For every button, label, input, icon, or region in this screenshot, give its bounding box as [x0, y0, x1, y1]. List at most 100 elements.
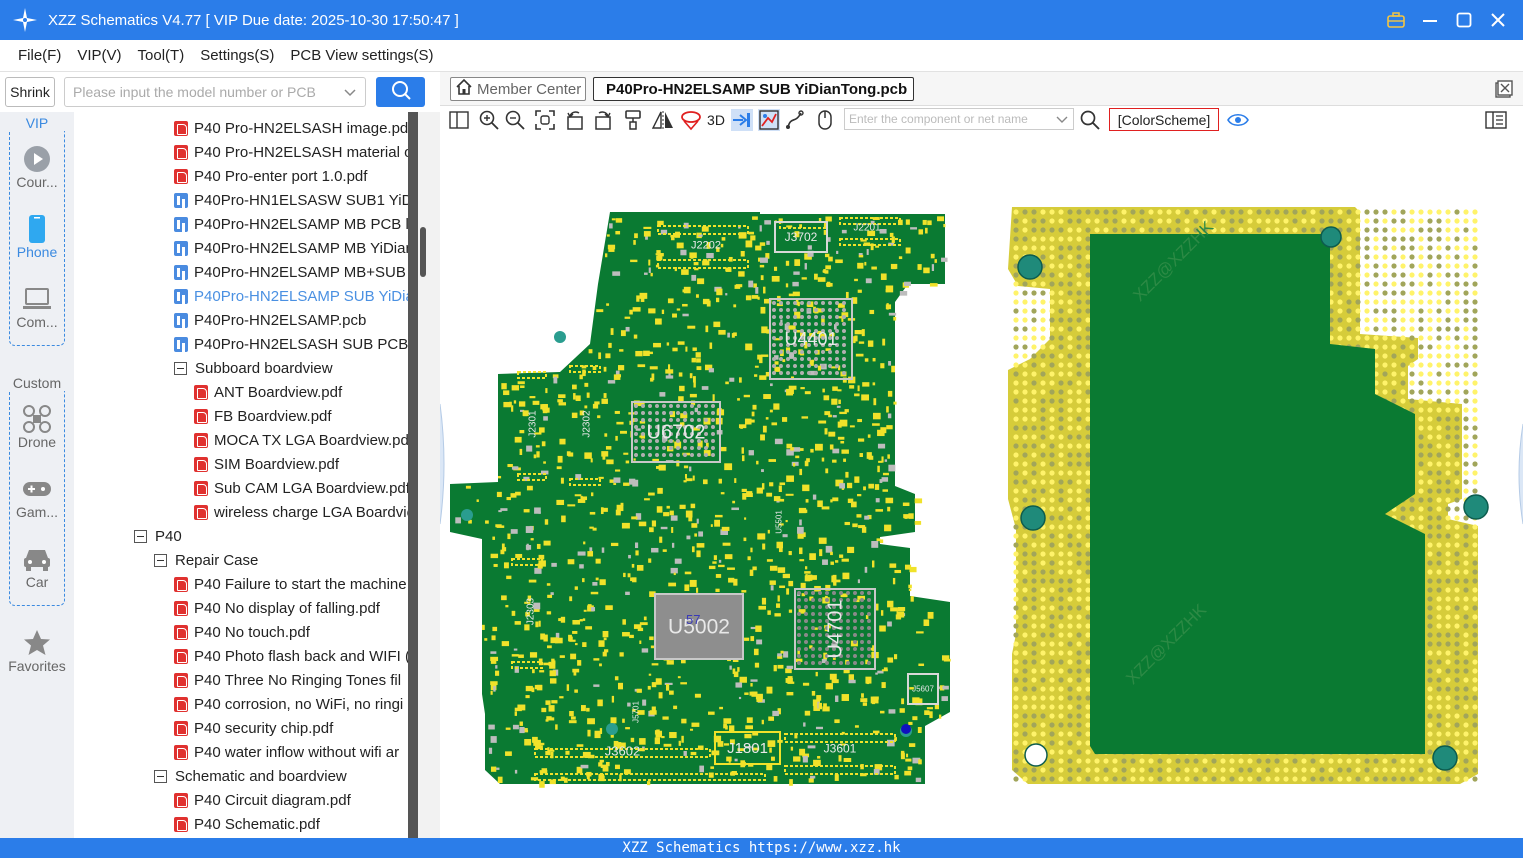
component-search-input[interactable]: Enter the component or net name [844, 108, 1074, 130]
nav-phone[interactable]: Phone [0, 214, 74, 260]
tree-file-item[interactable]: P40 Three No Ringing Tones fil [174, 668, 401, 692]
mouse-icon[interactable] [814, 109, 836, 131]
pcb-component[interactable]: U4701 [794, 588, 876, 670]
pcb-component[interactable]: J5701 [632, 701, 641, 723]
component-search-icon[interactable] [1079, 109, 1101, 131]
search-button[interactable] [376, 77, 425, 107]
layer-toggle-icon[interactable] [758, 109, 780, 131]
briefcase-icon[interactable] [1385, 9, 1407, 31]
tree-file-item[interactable]: MOCA TX LGA Boardview.pd [194, 428, 408, 452]
flip-horizontal-icon[interactable] [652, 109, 674, 131]
pcb-component[interactable]: J3602 [605, 743, 640, 758]
tree-scroll-thumb[interactable] [420, 227, 426, 277]
right-collapse-handle[interactable] [1518, 423, 1523, 525]
color-scheme-button[interactable]: [ColorScheme] [1109, 108, 1219, 131]
pcb-canvas[interactable]: U4401 U6702 U5002 U4701 J1801 J3602 J3601 J3702… [439, 134, 1523, 838]
eye-icon[interactable] [1227, 109, 1249, 131]
pcb-component[interactable]: J2301 [527, 410, 538, 438]
shrink-button[interactable]: Shrink [5, 77, 55, 107]
zoom-out-icon[interactable] [504, 109, 526, 131]
pcb-component[interactable]: U5501 [775, 510, 784, 534]
model-search-input[interactable]: Please input the model number or PCB [64, 77, 366, 107]
tab-active-file[interactable]: P40Pro-HN2ELSAMP SUB YiDianTong.pcb [593, 77, 914, 101]
tree-file-item[interactable]: wireless charge LGA Boardvie [194, 500, 408, 524]
pcb-pad [777, 595, 780, 602]
menu-pcb-view-settings[interactable]: PCB View settings(S) [290, 47, 433, 64]
pcb-component[interactable]: J2202 [691, 240, 721, 252]
pcb-component[interactable]: J2201 [853, 222, 881, 233]
tree-folder[interactable]: Schematic and boardview [154, 764, 347, 788]
close-tabs-icon[interactable] [1495, 80, 1513, 103]
tree-file-item[interactable]: P40Pro-HN2ELSAMP MB PCB la [174, 212, 408, 236]
pcb-pad [1463, 650, 1469, 656]
close-window-button[interactable] [1487, 9, 1509, 31]
nav-computer[interactable]: Com... [0, 284, 74, 330]
panel-toggle-icon[interactable] [1485, 109, 1507, 131]
nav-game[interactable]: Gam... [0, 474, 74, 520]
tree-file-item[interactable]: P40 security chip.pdf [174, 716, 333, 740]
tree-file-item[interactable]: P40Pro-HN2ELSAMP MB YiDian [174, 236, 408, 260]
menu-settings[interactable]: Settings(S) [200, 47, 274, 64]
tree-file-item[interactable]: P40Pro-HN2ELSAMP SUB YiDia [174, 284, 408, 308]
tree-file-item[interactable]: P40 Pro-HN2ELSASH image.pdf [174, 116, 408, 140]
tree-file-item[interactable]: SIM Boardview.pdf [194, 452, 339, 476]
tree-file-item[interactable]: P40 Circuit diagram.pdf [174, 788, 351, 812]
split-view-icon[interactable] [448, 109, 470, 131]
tree-file-item[interactable]: P40 Failure to start the machine [174, 572, 407, 596]
tree-folder[interactable]: P40 [134, 524, 182, 548]
pointer-mode-icon[interactable] [731, 109, 753, 131]
tree-file-item[interactable]: P40 corrosion, no WiFi, no ringi [174, 692, 403, 716]
pcb-pad [1319, 209, 1325, 215]
trace-tool-icon[interactable] [784, 109, 806, 131]
nav-favorites[interactable]: Favorites [0, 628, 74, 674]
tree-file-item[interactable]: P40Pro-HN2ELSAMP MB+SUB I [174, 260, 408, 284]
pcb-pad [1031, 605, 1037, 611]
tree-file-item[interactable]: P40 water inflow without wifi ar [174, 740, 399, 764]
pcb-component[interactable]: J2303 [525, 597, 536, 625]
left-collapse-handle[interactable] [439, 403, 445, 525]
tree-file-item[interactable]: Sub CAM LGA Boardview.pdf [194, 476, 408, 500]
tree-file-item[interactable]: P40 Pro-enter port 1.0.pdf [174, 164, 367, 188]
toggle-3d-button[interactable]: 3D [704, 109, 728, 131]
menu-file[interactable]: File(F) [18, 47, 61, 64]
tree-file-item[interactable]: P40 No touch.pdf [174, 620, 310, 644]
net-highlight-icon[interactable] [680, 109, 702, 131]
tree-folder[interactable]: Repair Case [154, 548, 258, 572]
collapse-toggle-icon[interactable] [154, 553, 167, 567]
tree-file-item[interactable]: P40 Pro-HN2ELSASH material o [174, 140, 408, 164]
tree-file-item[interactable]: P40 No display of falling.pdf [174, 596, 380, 620]
tree-file-item[interactable]: FB Boardview.pdf [194, 404, 332, 428]
pcb-pad [1436, 632, 1442, 638]
nav-course[interactable]: Cour... [0, 144, 74, 190]
nav-car[interactable]: Car [0, 544, 74, 590]
tab-member-center[interactable]: Member Center [450, 77, 586, 101]
tree-folder[interactable]: Subboard boardview [174, 356, 333, 380]
pcb-component[interactable]: J3601 [824, 742, 857, 756]
pcb-pad [1472, 398, 1478, 404]
tree-file-item[interactable]: P40 Schematic.pdf [174, 812, 320, 836]
tree-file-item[interactable]: ANT Boardview.pdf [194, 380, 342, 404]
tree-file-item[interactable]: P40Pro-HN1ELSASW SUB1 YiDi [174, 188, 408, 212]
collapse-toggle-icon[interactable] [154, 769, 167, 783]
minimize-button[interactable] [1419, 9, 1441, 31]
tree-file-item[interactable]: P40Pro-HN2ELSAMP.pcb [174, 308, 366, 332]
paint-brush-icon[interactable] [622, 109, 644, 131]
maximize-button[interactable] [1453, 9, 1475, 31]
fit-view-icon[interactable] [534, 109, 556, 131]
rotate-left-icon[interactable] [564, 109, 586, 131]
pcb-component[interactable]: J2302 [581, 410, 592, 438]
rotate-right-icon[interactable] [592, 109, 614, 131]
collapse-toggle-icon[interactable] [174, 361, 187, 375]
zoom-in-icon[interactable] [478, 109, 500, 131]
collapse-toggle-icon[interactable] [134, 529, 147, 543]
pcb-pad [1454, 623, 1460, 629]
tree-file-item[interactable]: P40Pro-HN2ELSASH SUB PCB la [174, 332, 408, 356]
menu-vip[interactable]: VIP(V) [77, 47, 121, 64]
pcb-pad [1058, 416, 1064, 422]
nav-drone[interactable]: Drone [0, 404, 74, 450]
menu-tool[interactable]: Tool(T) [138, 47, 185, 64]
pcb-pad [1076, 497, 1082, 503]
tree-scrollbar[interactable] [408, 112, 440, 838]
pcb-pad [1364, 254, 1370, 260]
tree-file-item[interactable]: P40 Photo flash back and WIFI ( [174, 644, 408, 668]
